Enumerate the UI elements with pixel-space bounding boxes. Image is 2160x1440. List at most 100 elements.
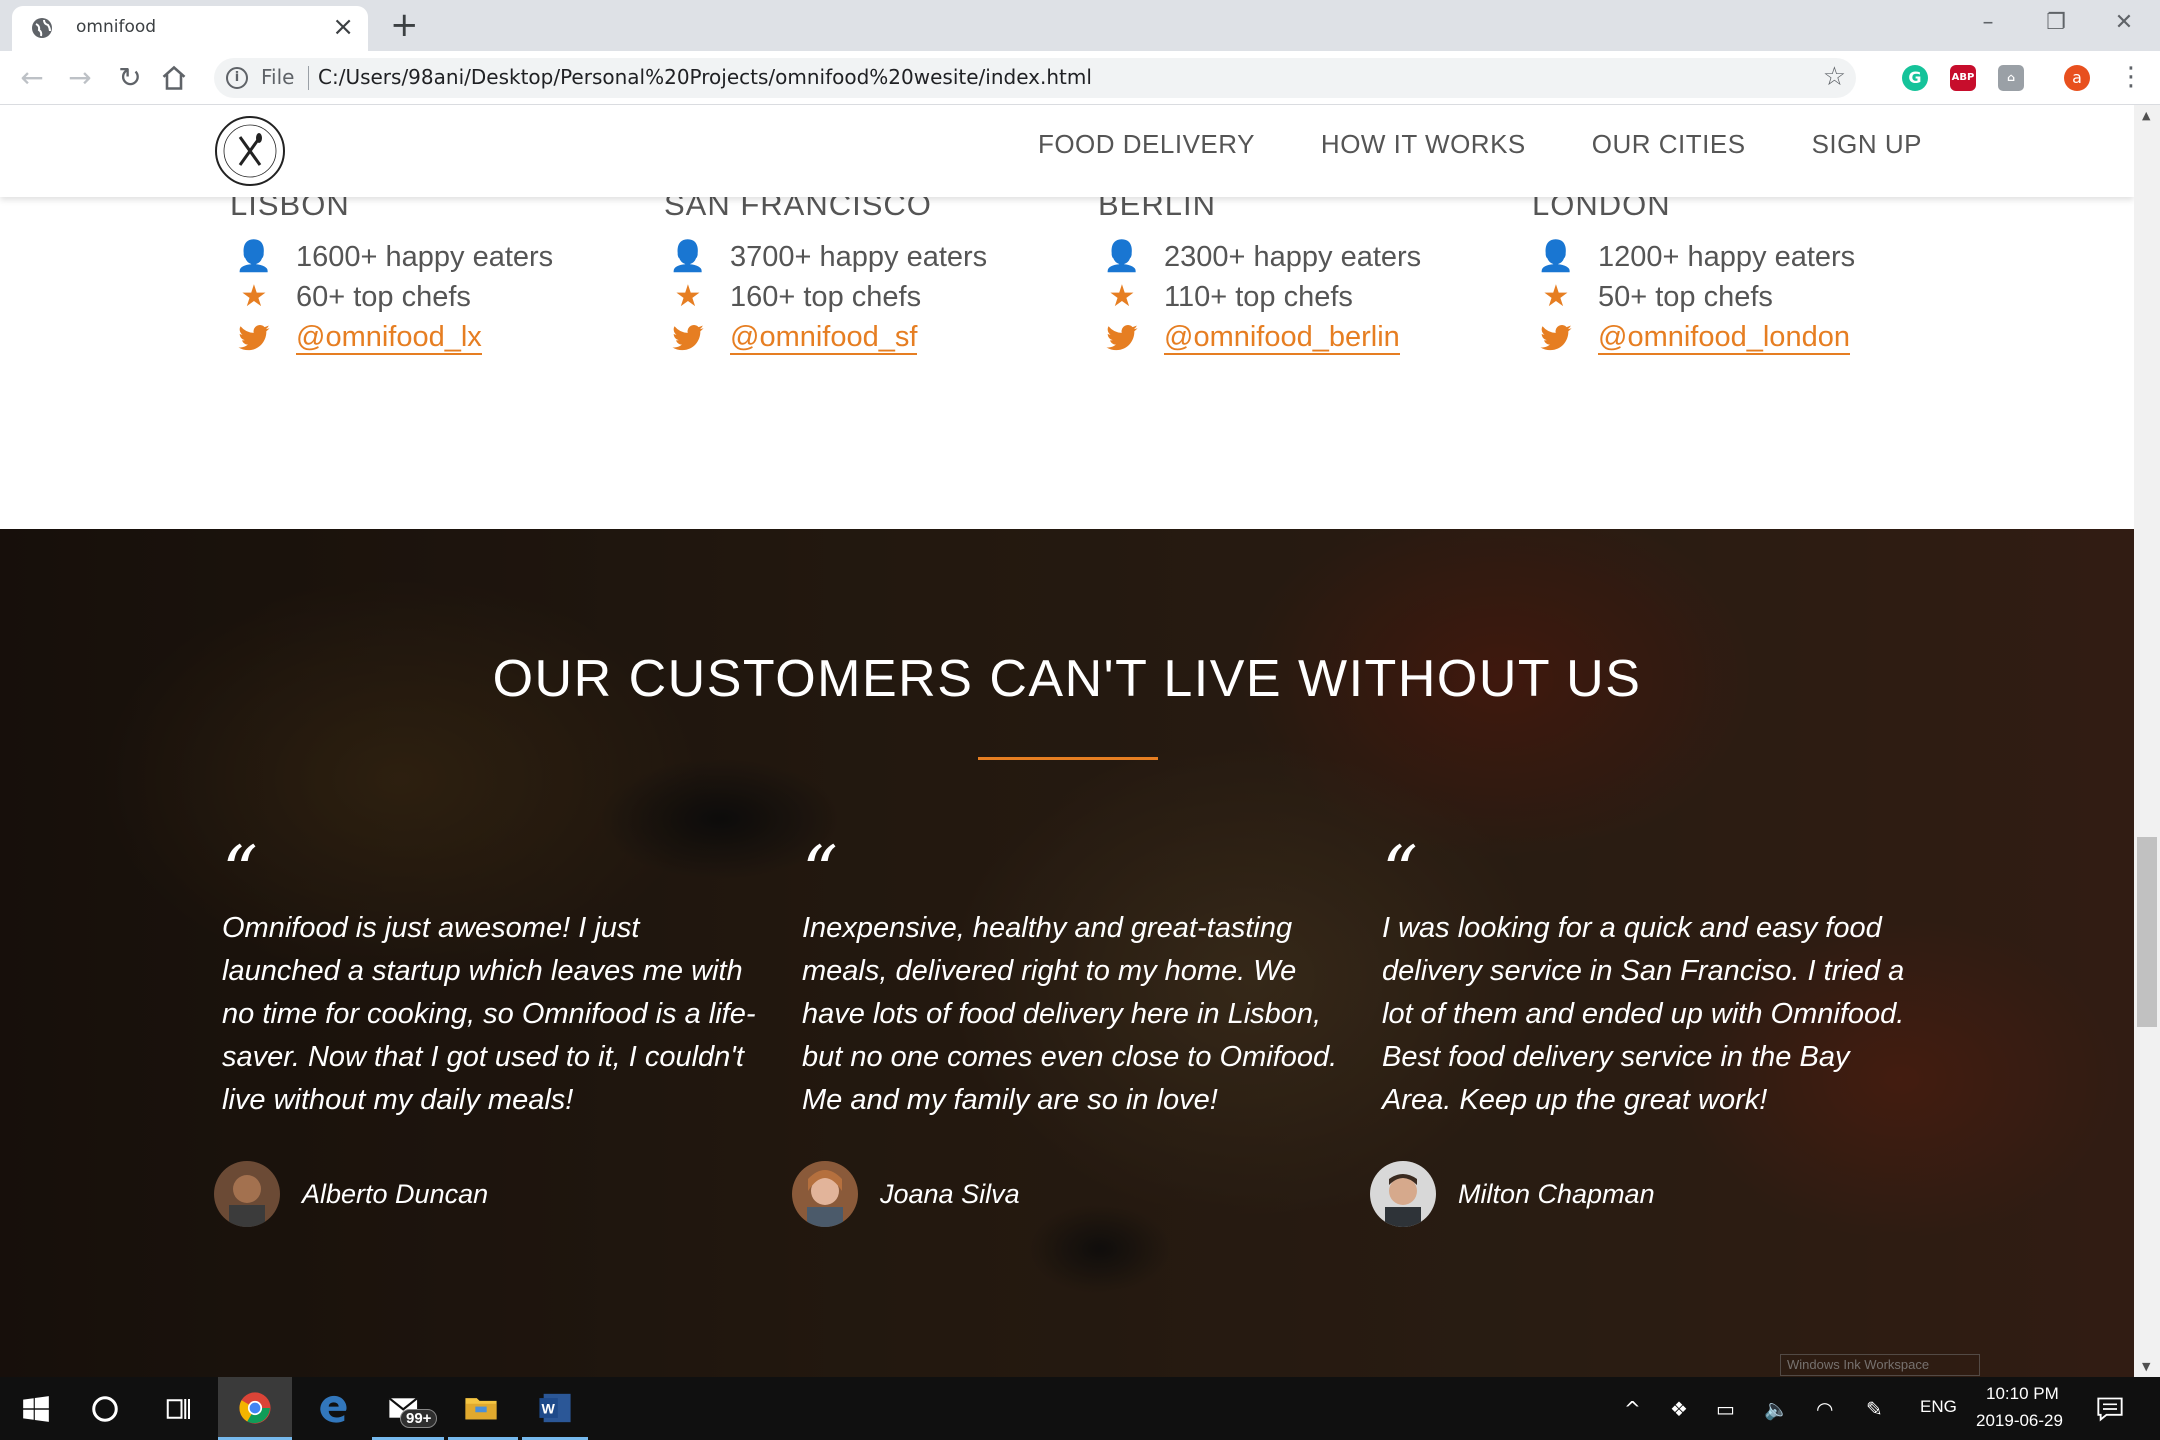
edge-icon[interactable] (316, 1391, 350, 1425)
city-berlin: BERLIN 👤 2300+ happy eaters ★ 110+ top c… (1098, 185, 1518, 357)
clock-date[interactable]: 2019-06-29 (1976, 1411, 2063, 1431)
city-san-francisco: SAN FRANCISCO 👤 3700+ happy eaters ★ 160… (664, 185, 1084, 357)
testimonial-1: “ Omnifood is just awesome! I just launc… (222, 837, 762, 1122)
twitter-link[interactable]: @omnifood_berlin (1164, 321, 1400, 355)
task-view-icon[interactable] (164, 1394, 194, 1424)
scroll-thumb[interactable] (2137, 837, 2157, 1027)
chefs-text: 50+ top chefs (1598, 281, 1773, 313)
home-icon[interactable] (160, 64, 188, 92)
city-feature-eaters: 👤 3700+ happy eaters (664, 237, 1084, 277)
testimonial-author-2: Joana Silva (792, 1159, 1020, 1229)
profile-avatar[interactable]: a (2064, 65, 2090, 91)
author-name: Alberto Duncan (302, 1178, 489, 1209)
person-icon: 👤 (669, 240, 707, 273)
eaters-text: 1600+ happy eaters (296, 241, 554, 273)
nav-our-cities[interactable]: OUR CITIES (1592, 129, 1746, 160)
forward-icon[interactable]: → (62, 60, 98, 96)
person-icon: 👤 (1103, 240, 1141, 273)
quote-mark-icon: “ (802, 831, 838, 913)
restore-button[interactable]: ❐ (2034, 4, 2078, 42)
city-feature-twitter: @omnifood_london (1532, 317, 1952, 357)
nav-food-delivery[interactable]: FOOD DELIVERY (1038, 129, 1255, 160)
grammarly-icon[interactable]: G (1902, 65, 1928, 91)
star-icon: ★ (1542, 280, 1570, 313)
pen-icon[interactable]: ✎ (1866, 1397, 1883, 1421)
file-explorer-icon[interactable] (464, 1391, 498, 1425)
word-icon[interactable]: W (538, 1391, 572, 1425)
notifications-icon[interactable] (2096, 1395, 2124, 1423)
omnifood-logo[interactable] (214, 115, 286, 187)
city-feature-eaters: 👤 2300+ happy eaters (1098, 237, 1518, 277)
city-feature-eaters: 👤 1600+ happy eaters (230, 237, 650, 277)
twitter-icon (672, 325, 704, 351)
chrome-icon[interactable] (238, 1391, 272, 1425)
info-icon[interactable]: i (226, 67, 248, 89)
browser-menu-icon[interactable]: ⋮ (2118, 61, 2144, 93)
file-label: File (261, 65, 295, 89)
scroll-up-arrow-icon[interactable]: ▲ (2142, 109, 2150, 122)
testimonial-text: I was looking for a quick and easy food … (1382, 912, 1905, 1116)
city-feature-chefs: ★ 60+ top chefs (230, 277, 650, 317)
scroll-down-arrow-icon[interactable]: ▼ (2142, 1360, 2150, 1373)
cortana-icon[interactable] (90, 1394, 120, 1424)
back-icon[interactable]: ← (14, 60, 50, 96)
testimonial-text: Omnifood is just awesome! I just launche… (222, 912, 756, 1116)
testimonial-3: “ I was looking for a quick and easy foo… (1382, 831, 1922, 1122)
extension-icon[interactable]: ⌂ (1998, 65, 2024, 91)
twitter-icon (1106, 325, 1138, 351)
avatar (1370, 1161, 1436, 1227)
testimonial-2: “ Inexpensive, healthy and great-tasting… (802, 831, 1342, 1122)
author-name: Joana Silva (880, 1178, 1020, 1209)
mail-badge: 99+ (400, 1409, 438, 1428)
chevron-up-icon[interactable]: ^ (1624, 1397, 1641, 1421)
nav-sign-up[interactable]: SIGN UP (1812, 129, 1922, 160)
city-feature-chefs: ★ 110+ top chefs (1098, 277, 1518, 317)
reload-icon[interactable]: ↻ (112, 60, 148, 96)
avatar (214, 1161, 280, 1227)
person-icon: 👤 (1537, 240, 1575, 273)
testimonials-section: OUR CUSTOMERS CAN'T LIVE WITHOUT US “ Om… (0, 529, 2134, 1377)
battery-icon[interactable]: ▭ (1716, 1397, 1735, 1421)
browser-tab[interactable]: omnifood × (12, 6, 368, 51)
section-title: OUR CUSTOMERS CAN'T LIVE WITHOUT US (492, 650, 1642, 708)
language-indicator[interactable]: ENG (1920, 1397, 1957, 1417)
minimize-button[interactable]: – (1966, 4, 2010, 42)
eaters-text: 1200+ happy eaters (1598, 241, 1856, 273)
volume-icon[interactable]: 🔈 (1764, 1397, 1789, 1421)
person-icon: 👤 (235, 240, 273, 273)
tab-title: omnifood (76, 17, 157, 37)
author-name: Milton Chapman (1458, 1178, 1655, 1209)
city-feature-eaters: 👤 1200+ happy eaters (1532, 237, 1952, 277)
chefs-text: 110+ top chefs (1164, 281, 1353, 313)
globe-icon (32, 18, 52, 38)
twitter-link[interactable]: @omnifood_sf (730, 321, 918, 355)
chefs-text: 160+ top chefs (730, 281, 922, 313)
adblock-plus-icon[interactable]: ABP (1950, 65, 1976, 91)
close-tab-icon[interactable]: × (332, 13, 354, 41)
star-icon: ★ (1108, 280, 1136, 313)
eaters-text: 2300+ happy eaters (1164, 241, 1422, 273)
twitter-link[interactable]: @omnifood_london (1598, 321, 1850, 355)
browser-tab-strip: omnifood × + – ❐ ✕ (0, 0, 2160, 51)
windows-start-icon[interactable] (22, 1395, 50, 1423)
address-bar[interactable]: i File C:/Users/98ani/Desktop/Personal%2… (214, 58, 1856, 98)
new-tab-button[interactable]: + (390, 6, 419, 44)
twitter-link[interactable]: @omnifood_lx (296, 321, 482, 355)
dropbox-icon[interactable]: ❖ (1670, 1397, 1688, 1421)
twitter-icon (1540, 325, 1572, 351)
city-london: LONDON 👤 1200+ happy eaters ★ 50+ top ch… (1532, 185, 1952, 357)
wifi-icon[interactable]: ◠ (1816, 1397, 1833, 1421)
url-text[interactable]: C:/Users/98ani/Desktop/Personal%20Projec… (318, 65, 1092, 89)
clock-time[interactable]: 10:10 PM (1986, 1384, 2059, 1404)
close-window-button[interactable]: ✕ (2102, 4, 2146, 42)
title-underline (978, 757, 1158, 760)
city-feature-chefs: ★ 50+ top chefs (1532, 277, 1952, 317)
bookmark-star-icon[interactable]: ☆ (1823, 62, 1846, 92)
chefs-text: 60+ top chefs (296, 281, 471, 313)
nav-how-it-works[interactable]: HOW IT WORKS (1321, 129, 1526, 160)
page-scrollbar[interactable]: ▲ ▼ (2134, 105, 2160, 1377)
star-icon: ★ (674, 280, 702, 313)
testimonial-author-3: Milton Chapman (1370, 1159, 1655, 1229)
quote-mark-icon: “ (1382, 831, 1418, 913)
city-feature-twitter: @omnifood_lx (230, 317, 650, 357)
